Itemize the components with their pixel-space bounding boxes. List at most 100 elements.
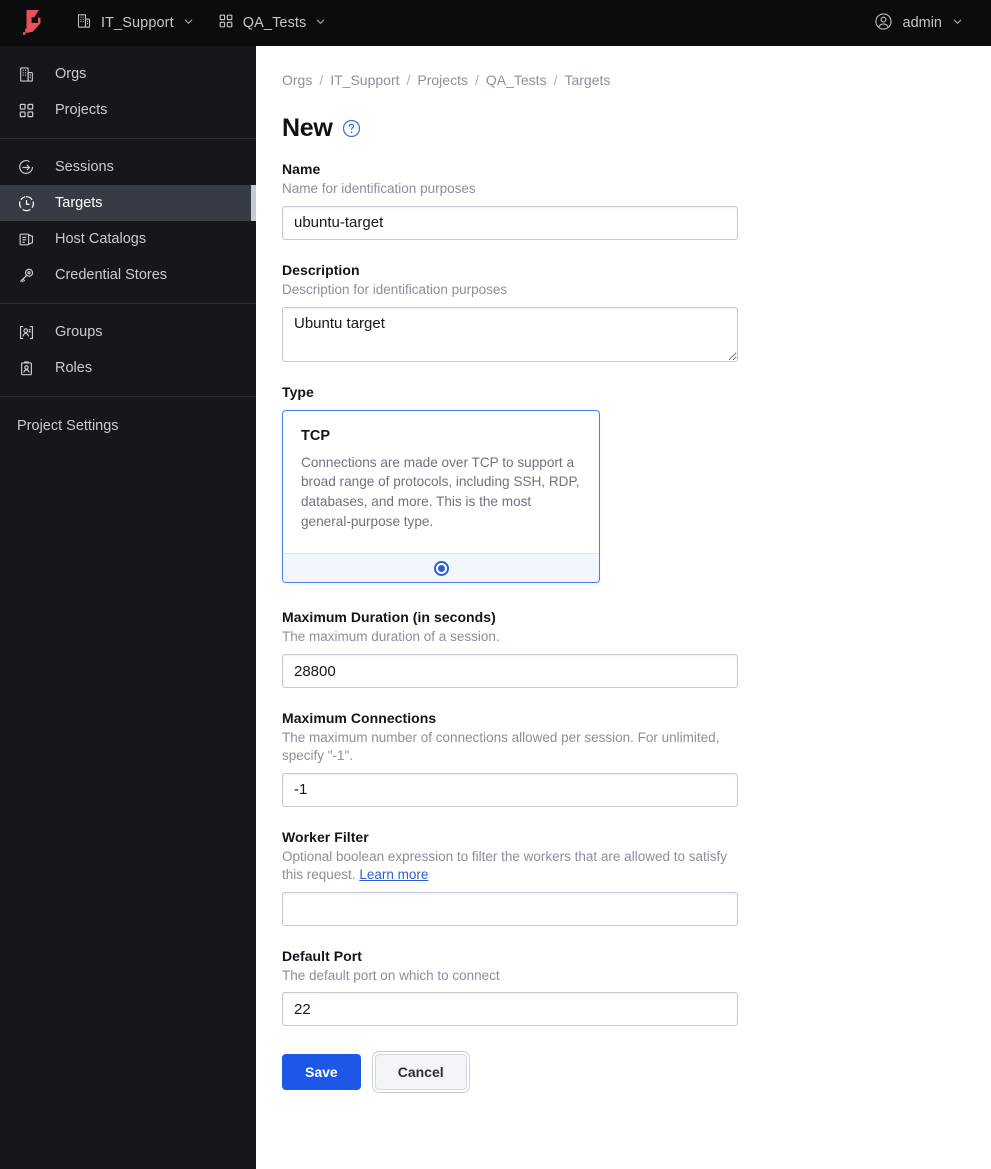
user-menu[interactable]: admin bbox=[864, 6, 974, 41]
type-card-body: TCP Connections are made over TCP to sup… bbox=[283, 411, 599, 554]
help-circle-icon[interactable] bbox=[342, 119, 361, 138]
sidebar-item-label: Host Catalogs bbox=[55, 231, 147, 247]
type-card-description: Connections are made over TCP to support… bbox=[301, 454, 580, 529]
field-name-label: Name bbox=[282, 161, 321, 177]
project-scope-label: QA_Tests bbox=[242, 15, 307, 31]
sidebar-group-iam: Groups Roles bbox=[0, 304, 256, 396]
sidebar-item-label: Projects bbox=[55, 102, 108, 118]
field-default-port: Default Port The default port on which t… bbox=[282, 948, 965, 1027]
page-header: New bbox=[282, 114, 965, 143]
form-actions: Save Cancel bbox=[282, 1054, 965, 1091]
save-button[interactable]: Save bbox=[282, 1054, 361, 1091]
max-connections-input[interactable] bbox=[282, 772, 738, 807]
sidebar-item-label: Credential Stores bbox=[55, 267, 168, 283]
sidebar-group-scopes: Orgs Projects bbox=[0, 46, 256, 138]
main-content: Orgs / IT_Support / Projects / QA_Tests … bbox=[256, 46, 991, 1169]
building-icon bbox=[76, 13, 92, 33]
field-description-help: Description for identification purposes bbox=[282, 281, 508, 297]
grid-icon bbox=[218, 13, 234, 33]
field-worker-filter-help: Optional boolean expression to filter th… bbox=[282, 848, 740, 884]
breadcrumb-item-qa-tests[interactable]: QA_Tests bbox=[486, 72, 547, 88]
sidebar-item-project-settings[interactable]: Project Settings bbox=[0, 408, 256, 444]
org-scope-selector[interactable]: IT_Support bbox=[66, 7, 204, 39]
org-scope-label: IT_Support bbox=[101, 15, 174, 31]
grid-icon bbox=[17, 101, 35, 119]
breadcrumb-item-projects[interactable]: Projects bbox=[417, 72, 468, 88]
sidebar-item-targets[interactable]: Targets bbox=[0, 185, 256, 221]
boundary-logo-icon bbox=[23, 10, 41, 35]
field-worker-filter-label: Worker Filter bbox=[282, 828, 369, 845]
sidebar-item-label: Roles bbox=[55, 360, 93, 376]
worker-filter-learn-more-link[interactable]: Learn more bbox=[359, 867, 428, 882]
project-scope-selector[interactable]: QA_Tests bbox=[208, 7, 337, 39]
building-icon bbox=[17, 65, 35, 83]
field-name: Name Name for identification purposes bbox=[282, 161, 965, 240]
type-card-tcp[interactable]: TCP Connections are made over TCP to sup… bbox=[282, 409, 600, 584]
sidebar-item-label: Targets bbox=[55, 195, 103, 211]
groups-icon bbox=[17, 323, 35, 341]
sidebar-item-projects[interactable]: Projects bbox=[0, 92, 256, 128]
sidebar-group-settings: Project Settings bbox=[0, 397, 256, 454]
sidebar-item-label: Groups bbox=[55, 324, 103, 340]
type-radio-tcp[interactable] bbox=[433, 560, 449, 576]
page-title: New bbox=[282, 114, 333, 142]
field-name-help: Name for identification purposes bbox=[282, 181, 476, 196]
field-max-connections-label: Maximum Connections bbox=[282, 710, 437, 727]
sidebar-item-label: Orgs bbox=[55, 66, 87, 82]
field-max-duration: Maximum Duration (in seconds) The maximu… bbox=[282, 609, 965, 689]
sidebar-item-host-catalogs[interactable]: Host Catalogs bbox=[0, 221, 256, 257]
key-icon bbox=[17, 266, 35, 284]
breadcrumb-separator: / bbox=[474, 72, 479, 88]
top-bar: IT_Support QA_Tests admin bbox=[0, 0, 991, 46]
user-circle-icon bbox=[874, 12, 893, 35]
sidebar-item-orgs[interactable]: Orgs bbox=[0, 56, 256, 92]
cancel-button[interactable]: Cancel bbox=[374, 1054, 467, 1091]
app-root: IT_Support QA_Tests admin Orgs Projects … bbox=[0, 0, 991, 1169]
user-menu-label: admin bbox=[902, 15, 943, 31]
description-textarea[interactable] bbox=[282, 306, 738, 362]
field-worker-filter-help-text: Optional boolean expression to filter th… bbox=[282, 848, 727, 882]
field-description-label: Description bbox=[282, 261, 360, 278]
breadcrumb: Orgs / IT_Support / Projects / QA_Tests … bbox=[282, 72, 965, 88]
field-max-connections-help: The maximum number of connections allowe… bbox=[282, 730, 720, 764]
top-nav: IT_Support QA_Tests bbox=[66, 7, 336, 39]
field-worker-filter: Worker Filter Optional boolean expressio… bbox=[282, 829, 965, 926]
field-default-port-label: Default Port bbox=[282, 947, 362, 964]
field-max-duration-help: The maximum duration of a session. bbox=[282, 629, 500, 645]
sidebar-item-credential-stores[interactable]: Credential Stores bbox=[0, 257, 256, 293]
breadcrumb-separator: / bbox=[406, 72, 411, 88]
type-card-title: TCP bbox=[301, 427, 330, 444]
sidebar-item-sessions[interactable]: Sessions bbox=[0, 149, 256, 185]
field-type: Type TCP Connections are made over TCP t… bbox=[282, 384, 965, 584]
default-port-input[interactable] bbox=[282, 992, 738, 1027]
sidebar-item-label: Project Settings bbox=[17, 418, 119, 434]
target-icon bbox=[17, 194, 35, 212]
breadcrumb-item-targets: Targets bbox=[564, 72, 611, 88]
sidebar-group-resources: Sessions Targets Host Catalogs Credentia… bbox=[0, 139, 256, 303]
chevron-down-icon bbox=[183, 15, 194, 31]
worker-filter-input[interactable] bbox=[282, 891, 738, 926]
roles-icon bbox=[17, 359, 35, 377]
breadcrumb-separator: / bbox=[553, 72, 558, 88]
sidebar-item-groups[interactable]: Groups bbox=[0, 314, 256, 350]
chevron-down-icon bbox=[952, 15, 963, 31]
field-max-connections: Maximum Connections The maximum number o… bbox=[282, 710, 965, 807]
field-type-label: Type bbox=[282, 383, 314, 400]
field-max-duration-label: Maximum Duration (in seconds) bbox=[282, 609, 496, 626]
session-arrow-icon bbox=[17, 158, 35, 176]
field-default-port-help: The default port on which to connect bbox=[282, 967, 500, 983]
name-input[interactable] bbox=[282, 205, 738, 240]
chevron-down-icon bbox=[315, 15, 326, 31]
breadcrumb-separator: / bbox=[319, 72, 324, 88]
type-card-footer[interactable] bbox=[283, 553, 599, 583]
max-duration-input[interactable] bbox=[282, 654, 738, 689]
sidebar-item-label: Sessions bbox=[55, 159, 114, 175]
field-description: Description Description for identificati… bbox=[282, 262, 965, 362]
sidebar-item-roles[interactable]: Roles bbox=[0, 350, 256, 386]
breadcrumb-item-orgs[interactable]: Orgs bbox=[282, 72, 312, 88]
host-catalog-icon bbox=[17, 230, 35, 248]
breadcrumb-item-it-support[interactable]: IT_Support bbox=[330, 72, 399, 88]
sidebar: Orgs Projects Sessions Targets Host Cata… bbox=[0, 46, 256, 1169]
boundary-logo[interactable] bbox=[0, 0, 66, 46]
top-bar-right: admin bbox=[864, 6, 991, 41]
